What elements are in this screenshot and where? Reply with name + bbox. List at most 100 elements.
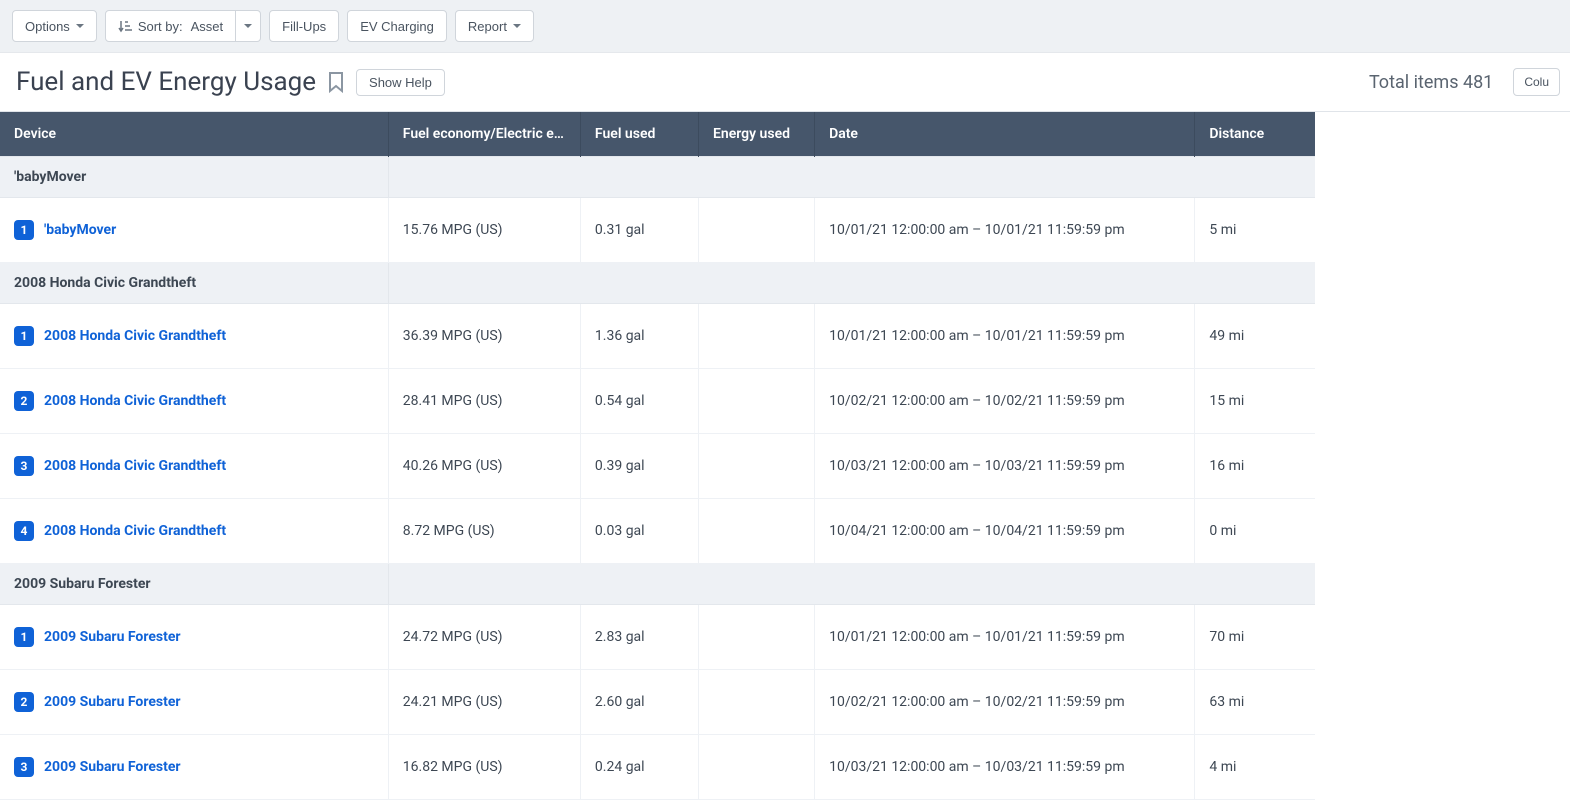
row-index-badge: 3 [14,456,34,476]
cell-fuel: 0.24 gal [580,735,698,800]
row-index-badge: 2 [14,692,34,712]
total-items: Total items 481 [1369,72,1493,93]
table-row: 1 2008 Honda Civic Grandtheft 36.39 MPG (U… [0,304,1315,369]
row-index-badge: 1 [14,326,34,346]
group-row[interactable]: 2009 Subaru Forester [0,564,1315,605]
cell-distance: 49 mi [1195,304,1315,369]
cell-date: 10/03/21 12:00:00 am – 10/03/21 11:59:59… [815,434,1195,499]
cell-date: 10/04/21 12:00:00 am – 10/04/21 11:59:59… [815,499,1195,564]
bookmark-icon[interactable] [326,70,346,94]
fillups-button[interactable]: Fill-Ups [269,10,339,42]
col-header-fuel-label: Fuel used [595,126,684,142]
device-link[interactable]: 2009 Subaru Forester [44,629,181,645]
cell-energy [699,304,815,369]
table-row: 32008 Honda Civic Grandtheft40.26 MPG (U… [0,434,1315,499]
options-label: Options [25,19,70,34]
toolbar: Options Sort by: Asset Fill-Ups EV Charg… [0,0,1570,53]
cell-fuel: 0.31 gal [580,198,698,263]
cell-distance: 0 mi [1195,499,1315,564]
row-index-badge: 1 [14,220,34,240]
cell-distance: 5 mi [1195,198,1315,263]
cell-economy: 15.76 MPG (US) [388,198,580,263]
group-spacer [388,564,1315,605]
col-header-fuel[interactable]: Fuel used [580,112,698,157]
row-index-badge: 1 [14,627,34,647]
cell-economy: 16.82 MPG (US) [388,735,580,800]
cell-distance: 16 mi [1195,434,1315,499]
device-link[interactable]: 2009 Subaru Forester [44,759,181,775]
cell-fuel: 2.83 gal [580,605,698,670]
cell-economy: 28.41 MPG (US) [388,369,580,434]
sort-value: Asset [191,19,224,34]
cell-fuel: 2.60 gal [580,670,698,735]
cell-device: 22008 Honda Civic Grandtheft [0,369,388,434]
show-help-label: Show Help [369,75,432,90]
cell-fuel: 0.54 gal [580,369,698,434]
cell-economy: 36.39 MPG (US) [388,304,580,369]
data-table-wrap: Device Fuel economy/Electric e… Fuel use… [0,112,1315,800]
data-table: Device Fuel economy/Electric e… Fuel use… [0,112,1315,800]
cell-economy: 24.72 MPG (US) [388,605,580,670]
col-header-date[interactable]: Date [815,112,1195,157]
col-header-distance[interactable]: Distance [1195,112,1315,157]
device-link[interactable]: 2008 Honda Civic Grandtheft [44,458,226,474]
row-index-badge: 4 [14,521,34,541]
cell-device: 4 2008 Honda Civic Grandtheft [0,499,388,564]
col-header-energy-label: Energy used [713,126,800,142]
ev-charging-button[interactable]: EV Charging [347,10,447,42]
device-link[interactable]: 'babyMover [44,222,116,238]
cell-device: 2 2009 Subaru Forester [0,670,388,735]
cell-device: 3 2009 Subaru Forester [0,735,388,800]
report-label: Report [468,19,507,34]
group-spacer [388,263,1315,304]
cell-device: 1 'babyMover [0,198,388,263]
table-row: 22008 Honda Civic Grandtheft28.41 MPG (U… [0,369,1315,434]
options-button[interactable]: Options [12,10,97,42]
cell-distance: 15 mi [1195,369,1315,434]
group-row[interactable]: 'babyMover [0,157,1315,198]
table-body: 'babyMover1'babyMover15.76 MPG (US)0.31 … [0,157,1315,800]
title-row: Fuel and EV Energy Usage Show Help Total… [0,53,1570,112]
cell-energy [699,198,815,263]
cell-energy [699,499,815,564]
cell-economy: 8.72 MPG (US) [388,499,580,564]
table-header-row: Device Fuel economy/Electric e… Fuel use… [0,112,1315,157]
group-name: 2008 Honda Civic Grandtheft [0,263,388,304]
table-row: 1 2009 Subaru Forester 24.72 MPG (US)2.83 … [0,605,1315,670]
cell-energy [699,605,815,670]
row-index-badge: 3 [14,757,34,777]
device-link[interactable]: 2008 Honda Civic Grandtheft [44,393,226,409]
columns-button[interactable]: Colu [1513,68,1560,96]
sort-prefix: Sort by: [138,19,183,34]
table-row: 4 2008 Honda Civic Grandtheft 8.72 MPG (US… [0,499,1315,564]
show-help-button[interactable]: Show Help [356,69,445,96]
sort-icon [118,19,132,33]
total-items-count: 481 [1463,72,1493,93]
col-header-date-label: Date [829,126,1180,142]
cell-fuel: 0.39 gal [580,434,698,499]
cell-distance: 70 mi [1195,605,1315,670]
report-button[interactable]: Report [455,10,534,42]
cell-energy [699,434,815,499]
title-right: Total items 481 Colu [1369,68,1554,96]
sort-by-button[interactable]: Sort by: Asset [105,10,236,42]
group-name: 'babyMover [0,157,388,198]
group-row[interactable]: 2008 Honda Civic Grandtheft [0,263,1315,304]
sort-by-dropdown[interactable] [236,10,261,42]
col-header-energy[interactable]: Energy used [699,112,815,157]
col-header-distance-label: Distance [1209,126,1301,142]
caret-down-icon [244,24,252,28]
cell-date: 10/03/21 12:00:00 am – 10/03/21 11:59:59… [815,735,1195,800]
device-link[interactable]: 2008 Honda Civic Grandtheft [44,523,226,539]
col-header-device[interactable]: Device [0,112,388,157]
device-link[interactable]: 2009 Subaru Forester [44,694,181,710]
col-header-economy[interactable]: Fuel economy/Electric e… [388,112,580,157]
cell-distance: 4 mi [1195,735,1315,800]
cell-energy [699,670,815,735]
sort-by-group: Sort by: Asset [105,10,261,42]
total-items-prefix: Total items [1369,72,1459,93]
cell-energy [699,735,815,800]
device-link[interactable]: 2008 Honda Civic Grandtheft [44,328,226,344]
columns-label: Colu [1524,75,1549,89]
cell-economy: 24.21 MPG (US) [388,670,580,735]
